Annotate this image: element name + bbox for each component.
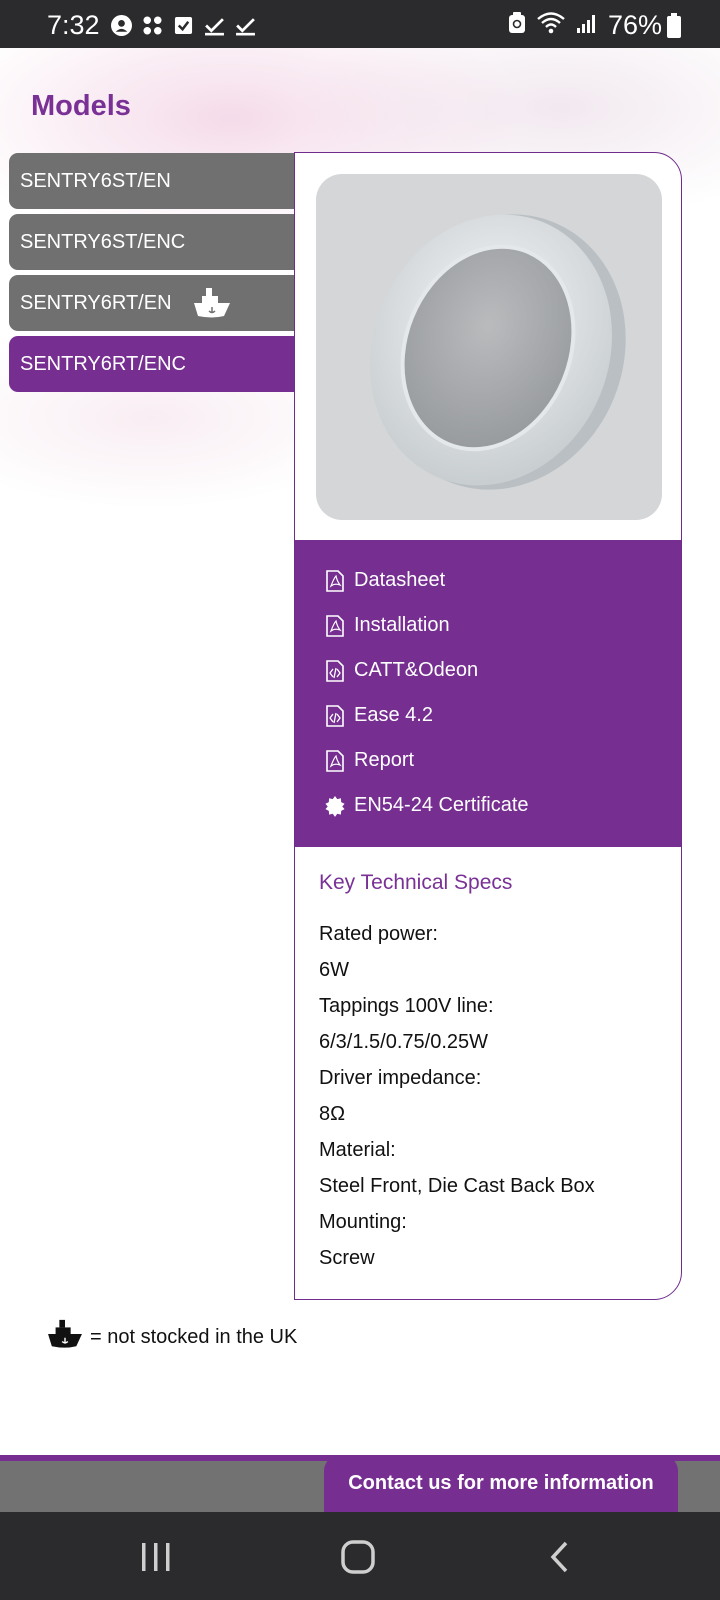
code-file-icon	[325, 659, 345, 682]
specs-title: Key Technical Specs	[319, 871, 513, 894]
pdf-icon	[325, 749, 345, 772]
model-tab-sentry6rt-en[interactable]: SENTRY6RT/EN	[9, 275, 295, 331]
check-icon	[203, 14, 225, 36]
document-label: Ease 4.2	[354, 704, 433, 726]
status-time: 7:32	[47, 10, 100, 40]
recent-apps-icon[interactable]	[131, 1532, 181, 1582]
document-label: Datasheet	[354, 569, 446, 591]
account-icon	[110, 14, 132, 36]
document-link-certificate[interactable]: EN54-24 Certificate	[325, 794, 529, 817]
navigation-bar	[0, 1512, 720, 1600]
documents-panel: Datasheet Installation CATT&Odeon Ease 4…	[295, 540, 681, 847]
spec-value: 6/3/1.5/0.75/0.25W	[319, 1031, 489, 1053]
model-tab-label: SENTRY6ST/EN	[20, 169, 171, 192]
wifi-icon	[536, 11, 566, 40]
document-link-catt-odeon[interactable]: CATT&Odeon	[325, 659, 478, 682]
spec-label: Rated power:	[319, 923, 438, 945]
recycle-icon	[508, 12, 526, 39]
code-file-icon	[325, 704, 345, 727]
stock-legend: = not stocked in the UK	[46, 1318, 297, 1356]
model-tab-label: SENTRY6RT/EN	[20, 291, 172, 314]
model-tab-sentry6rt-enc[interactable]: SENTRY6RT/ENC	[9, 336, 295, 392]
spec-value: Screw	[319, 1247, 375, 1269]
document-link-ease[interactable]: Ease 4.2	[325, 704, 433, 727]
document-label: EN54-24 Certificate	[354, 794, 529, 816]
ship-icon	[192, 286, 232, 320]
home-icon[interactable]	[333, 1532, 383, 1582]
document-link-datasheet[interactable]: Datasheet	[325, 569, 445, 592]
status-system-icons: 76%	[508, 10, 662, 41]
back-icon[interactable]	[535, 1532, 585, 1582]
model-tab-label: SENTRY6ST/ENC	[20, 230, 186, 253]
spec-label: Driver impedance:	[319, 1067, 482, 1089]
signal-icon	[576, 12, 598, 39]
document-label: Installation	[354, 614, 450, 636]
spec-value: 6W	[319, 959, 349, 981]
check-icon	[234, 14, 256, 36]
model-tab-sentry6st-enc[interactable]: SENTRY6ST/ENC	[9, 214, 295, 270]
pdf-icon	[325, 569, 345, 592]
spec-label: Mounting:	[319, 1211, 407, 1233]
battery-icon	[667, 13, 681, 38]
document-link-installation[interactable]: Installation	[325, 614, 450, 637]
model-tab-sentry6st-en[interactable]: SENTRY6ST/EN	[9, 153, 295, 209]
spec-value: Steel Front, Die Cast Back Box	[319, 1175, 595, 1197]
certificate-badge-icon	[325, 795, 345, 817]
status-bar: 7:32 76%	[0, 0, 720, 48]
product-image	[316, 174, 662, 520]
grid-apps-icon	[141, 14, 163, 36]
contact-button-label: Contact us for more information	[348, 1472, 654, 1494]
document-label: Report	[354, 749, 415, 771]
product-card: Datasheet Installation CATT&Odeon Ease 4…	[294, 152, 682, 1300]
spec-label: Material:	[319, 1139, 396, 1161]
checkbox-icon	[172, 14, 194, 36]
document-link-report[interactable]: Report	[325, 749, 414, 772]
spec-value: 8Ω	[319, 1103, 346, 1125]
ship-icon	[46, 1318, 84, 1356]
page-content: Models SENTRY6ST/EN SENTRY6ST/ENC SENTRY…	[0, 48, 720, 1512]
pdf-icon	[325, 614, 345, 637]
model-tab-label: SENTRY6RT/ENC	[20, 352, 186, 375]
contact-button[interactable]: Contact us for more information	[324, 1455, 678, 1512]
battery-percent: 76%	[607, 10, 662, 40]
spec-label: Tappings 100V line:	[319, 995, 494, 1017]
status-notification-icons	[110, 14, 256, 36]
legend-text: = not stocked in the UK	[90, 1325, 298, 1348]
page-title: Models	[31, 90, 131, 122]
document-label: CATT&Odeon	[354, 659, 479, 681]
